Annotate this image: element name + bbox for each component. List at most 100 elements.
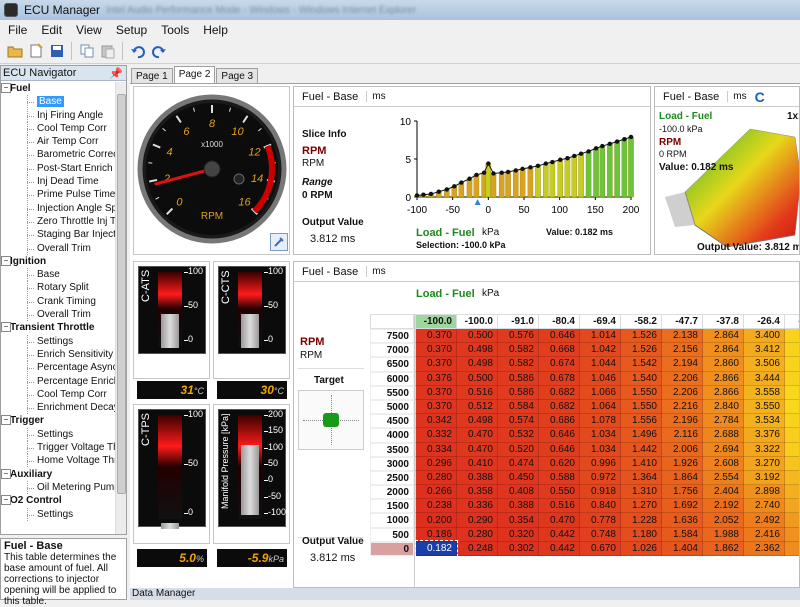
table-cell[interactable]: 0.336 [457, 499, 498, 513]
table-cell[interactable]: 0.584 [498, 399, 539, 413]
table-cell[interactable]: 0.474 [498, 456, 539, 470]
table-cell[interactable]: 1.034 [580, 428, 621, 442]
table-row-header[interactable]: 500 [370, 528, 414, 542]
table-cell[interactable]: 3.558 [744, 385, 785, 399]
table-cell[interactable]: 1.442 [621, 442, 662, 456]
tree-item[interactable]: Home Voltage Thr [1, 454, 116, 467]
table-row-header[interactable]: 0 [370, 542, 414, 556]
tree-category[interactable]: Ignition [1, 255, 116, 268]
open-folder-icon[interactable] [6, 43, 23, 60]
table-cell[interactable]: 1.542 [621, 357, 662, 371]
table-cell[interactable]: 3.506 [744, 357, 785, 371]
table-cell[interactable]: 1.550 [621, 399, 662, 413]
table-cell[interactable]: 2.492 [744, 513, 785, 527]
table-cell[interactable]: 0.516 [457, 385, 498, 399]
table-cell[interactable]: 0.442 [539, 527, 580, 541]
table-cell[interactable]: 2.8 [785, 541, 800, 555]
table-cell[interactable]: 1.042 [580, 343, 621, 357]
table-cell[interactable]: 2.864 [703, 329, 744, 343]
table-cell[interactable]: 0.576 [498, 329, 539, 343]
table-row-header[interactable]: 1000 [370, 513, 414, 527]
menu-setup[interactable]: Setup [110, 23, 153, 37]
tree-category[interactable]: Auxiliary [1, 468, 116, 481]
table-cell[interactable]: 1.364 [621, 470, 662, 484]
tree-item[interactable]: Settings [1, 335, 116, 348]
table-cell[interactable]: 0.646 [539, 442, 580, 456]
slice-panel-unit[interactable]: ms [366, 91, 385, 102]
table-cell[interactable]: 0.388 [498, 499, 539, 513]
table-cell[interactable]: 0.266 [416, 485, 457, 499]
table-cell[interactable]: 0.370 [416, 385, 457, 399]
gauge-settings-icon[interactable] [270, 233, 288, 251]
table-cell[interactable]: 0.450 [498, 470, 539, 484]
table-cell[interactable]: 1.270 [621, 499, 662, 513]
table-cell[interactable]: 1.404 [662, 541, 703, 555]
tree-item[interactable]: Percentage Enrichn [1, 375, 116, 388]
tree-item[interactable]: Settings [1, 428, 116, 441]
tab-page-1[interactable]: Page 1 [131, 68, 173, 84]
table-cell[interactable]: 0.840 [580, 499, 621, 513]
table-cell[interactable]: 4.3 [785, 385, 800, 399]
table-cell[interactable]: 0.182 [416, 541, 457, 555]
table-row-header[interactable]: 2000 [370, 485, 414, 499]
tree-category[interactable]: Transient Throttle [1, 321, 116, 334]
tree-item[interactable]: Base [1, 268, 116, 281]
table-cell[interactable]: 0.376 [416, 371, 457, 385]
table-cell[interactable]: 1.756 [662, 485, 703, 499]
table-cell[interactable]: 0.682 [539, 399, 580, 413]
menu-file[interactable]: File [2, 23, 33, 37]
table-cell[interactable]: 2.860 [703, 357, 744, 371]
table-cell[interactable]: 2.194 [662, 357, 703, 371]
tree-item[interactable]: Zero Throttle Inj T [1, 215, 116, 228]
menu-view[interactable]: View [70, 23, 108, 37]
new-file-icon[interactable] [27, 43, 44, 60]
table-cell[interactable]: 0.248 [457, 541, 498, 555]
table-cell[interactable]: 2.866 [703, 385, 744, 399]
tree-item[interactable]: Injection Angle Sp [1, 202, 116, 215]
table-cell[interactable]: 0.302 [498, 541, 539, 555]
table-cell[interactable]: 2.404 [703, 485, 744, 499]
table-cell[interactable]: 0.512 [457, 399, 498, 413]
table-cell[interactable]: 0.620 [539, 456, 580, 470]
tree-item[interactable]: Prime Pulse Time [1, 188, 116, 201]
table-cell[interactable]: 2.006 [662, 442, 703, 456]
table-col-header[interactable]: -80.4 [539, 315, 580, 329]
table-cell[interactable]: 2.052 [703, 513, 744, 527]
table-cell[interactable]: 1.862 [703, 541, 744, 555]
table-cell[interactable]: 0.320 [498, 527, 539, 541]
table-cell[interactable]: 2.196 [662, 414, 703, 428]
table-cell[interactable]: 1.864 [662, 470, 703, 484]
table-row-header[interactable]: 4500 [370, 414, 414, 428]
table-cell[interactable]: 1.526 [621, 329, 662, 343]
table-cell[interactable]: 2.206 [662, 385, 703, 399]
table-cell[interactable]: 1.636 [662, 513, 703, 527]
table-col-header[interactable]: -58.2 [621, 315, 662, 329]
rotate-icon[interactable]: C [755, 89, 765, 105]
table-cell[interactable]: 4.1 [785, 428, 800, 442]
table-cell[interactable]: 2.866 [703, 371, 744, 385]
table-cell[interactable]: 1.410 [621, 456, 662, 470]
table-cell[interactable]: 1.034 [580, 442, 621, 456]
table-cell[interactable]: 1.550 [621, 385, 662, 399]
table-cell[interactable]: 0.238 [416, 499, 457, 513]
scrollbar-thumb[interactable] [117, 94, 126, 494]
table-col-header[interactable]: -91.0 [498, 315, 539, 329]
tree-item[interactable]: Post-Start Enrich [1, 162, 116, 175]
table-cell[interactable]: 0.748 [580, 527, 621, 541]
tree-item[interactable]: Settings [1, 508, 116, 521]
table-row-header[interactable]: 5000 [370, 400, 414, 414]
table-col-header[interactable]: -26.4 [744, 315, 785, 329]
table-cell[interactable]: 1.496 [621, 428, 662, 442]
table-cell[interactable]: 4.2 [785, 357, 800, 371]
table-cell[interactable]: 1.526 [621, 343, 662, 357]
table-cell[interactable]: 0.532 [498, 428, 539, 442]
tree-item[interactable]: Cool Temp Corr [1, 122, 116, 135]
table-cell[interactable]: 0.646 [539, 329, 580, 343]
table-cell[interactable]: 0.370 [416, 329, 457, 343]
table-cell[interactable]: 3.9 [785, 456, 800, 470]
table-cell[interactable]: 0.996 [580, 456, 621, 470]
table-cell[interactable]: 2.156 [662, 343, 703, 357]
tree-category[interactable]: O2 Control [1, 494, 116, 507]
tab-page-2[interactable]: Page 2 [174, 66, 216, 84]
table-row-header[interactable]: 7000 [370, 343, 414, 357]
